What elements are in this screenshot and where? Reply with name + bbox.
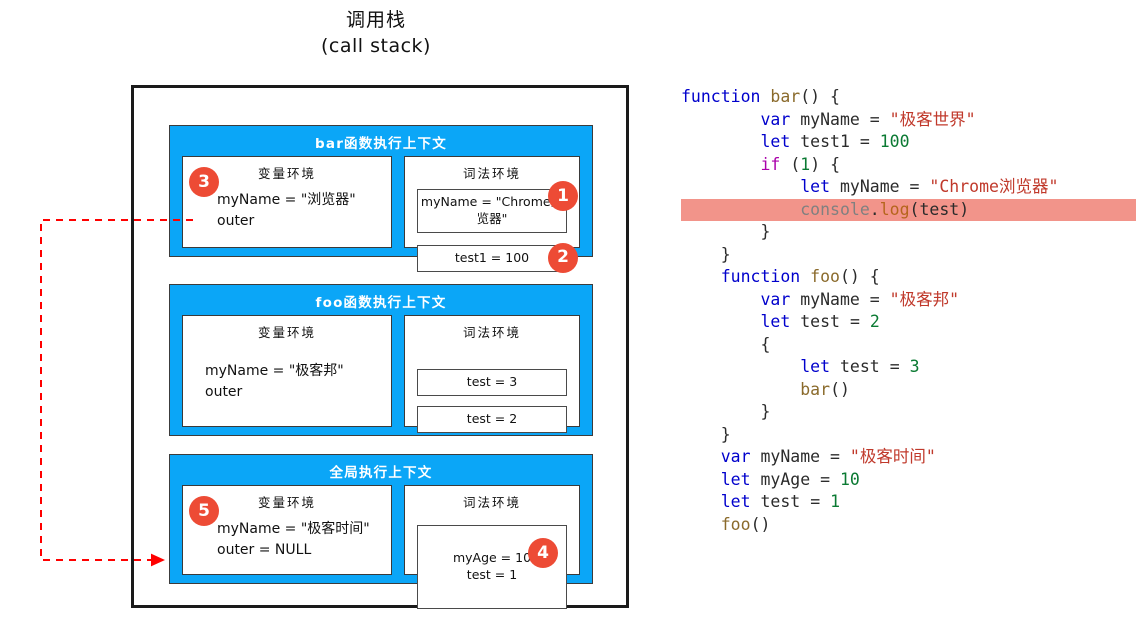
bar-lexical-entry-0-text: myName = "Chrome浏览器" [420, 194, 564, 226]
foo-lexical-environment: 词法环境 test = 3 test = 2 [404, 315, 580, 433]
global-variable-environment-lines: myName = "极客时间" outer = NULL [191, 519, 383, 561]
global-variable-environment-title: 变量环境 [257, 495, 316, 510]
page-title-en: (call stack) [321, 34, 431, 57]
foo-var-line-1: outer [205, 384, 243, 400]
badge-5: 5 [189, 496, 219, 526]
global-var-line-1: outer = NULL [217, 542, 312, 558]
foo-lexical-environment-title: 词法环境 [462, 325, 521, 340]
code-line-11: { [760, 334, 771, 354]
code-line-3: if (1) { [760, 154, 841, 174]
code-line-19: foo() [720, 514, 771, 534]
code-line-6: } [760, 222, 771, 241]
bar-var-line-0: myName = "浏览器" [217, 192, 356, 208]
bar-lexical-environment: 词法环境 myName = "Chrome浏览器" 1 test1 = 100 … [404, 156, 580, 273]
global-lexical-entry-0-text: myAge = 10 test = 1 [452, 549, 532, 582]
stack-frame-global-title: 全局执行上下文 [329, 465, 433, 481]
stack-frame-bar-title: bar函数执行上下文 [315, 136, 447, 152]
global-var-line-0: myName = "极客时间" [217, 521, 370, 537]
code-line-18: let test = 1 [720, 492, 840, 511]
global-lexical-environment: 词法环境 myAge = 10 test = 1 4 [404, 485, 580, 609]
code-line-16: var myName = "极客时间" [720, 447, 936, 466]
foo-variable-environment-title: 变量环境 [257, 325, 316, 340]
stack-frame-foo: foo函数执行上下文 变量环境 myName = "极客邦" outer 词法环… [169, 284, 593, 436]
stack-frame-foo-title: foo函数执行上下文 [315, 295, 447, 311]
bar-var-line-1: outer [217, 213, 255, 229]
bar-variable-environment-lines: myName = "浏览器" outer [191, 190, 383, 232]
bar-lexical-entry-0: myName = "Chrome浏览器" 1 [417, 181, 578, 233]
code-line-0: function bar() { [681, 87, 840, 106]
stack-frame-global: 全局执行上下文 5 变量环境 myName = "极客时间" outer = N… [169, 454, 593, 609]
code-line-8: function foo() { [720, 267, 880, 286]
foo-lexical-entry-0: test = 3 [417, 369, 567, 396]
global-lexical-environment-title: 词法环境 [462, 495, 521, 510]
call-stack-container: bar函数执行上下文 3 变量环境 myName = "浏览器" outer 词… [131, 85, 629, 609]
code-line-2: let test1 = 100 [760, 132, 910, 151]
code-line-10: let test = 2 [760, 312, 880, 331]
bar-variable-environment-title: 变量环境 [257, 166, 316, 181]
badge-3: 3 [189, 167, 219, 197]
code-line-17: let myAge = 10 [720, 469, 860, 489]
badge-1: 1 [548, 181, 578, 211]
bar-lexical-entry-1-text: test1 = 100 [454, 249, 530, 265]
global-variable-environment: 5 变量环境 myName = "极客时间" outer = NULL [182, 485, 392, 575]
code-line-7: } [720, 244, 731, 264]
badge-2: 2 [548, 242, 578, 273]
code-line-5: console.log(test) [681, 198, 1136, 221]
badge-4: 4 [528, 538, 558, 568]
page-title-cn: 调用栈 [345, 9, 406, 31]
code-line-12: let test = 3 [800, 357, 920, 376]
bar-lexical-environment-title: 词法环境 [462, 166, 521, 181]
foo-var-line-0: myName = "极客邦" [205, 363, 344, 379]
stack-frame-bar: bar函数执行上下文 3 变量环境 myName = "浏览器" outer 词… [169, 125, 593, 273]
global-lexical-entry-0: myAge = 10 test = 1 4 [417, 525, 567, 609]
code-line-4: let myName = "Chrome浏览器" [800, 177, 1059, 196]
page-title: 调用栈 (call stack) [0, 8, 752, 59]
code-line-14: } [760, 402, 771, 421]
foo-variable-environment-lines: myName = "极客邦" outer [191, 361, 383, 403]
foo-variable-environment: 变量环境 myName = "极客邦" outer [182, 315, 392, 427]
bar-lexical-entry-1: test1 = 100 2 [417, 242, 578, 273]
code-line-9: var myName = "极客邦" [760, 289, 960, 309]
bar-variable-environment: 3 变量环境 myName = "浏览器" outer [182, 156, 392, 248]
code-line-1: var myName = "极客世界" [760, 109, 976, 129]
code-line-15: } [720, 424, 731, 444]
code-line-13: bar() [800, 379, 850, 399]
code-panel: function bar() { var myName = "极客世界" let… [681, 86, 1136, 536]
foo-lexical-entry-1: test = 2 [417, 405, 567, 433]
